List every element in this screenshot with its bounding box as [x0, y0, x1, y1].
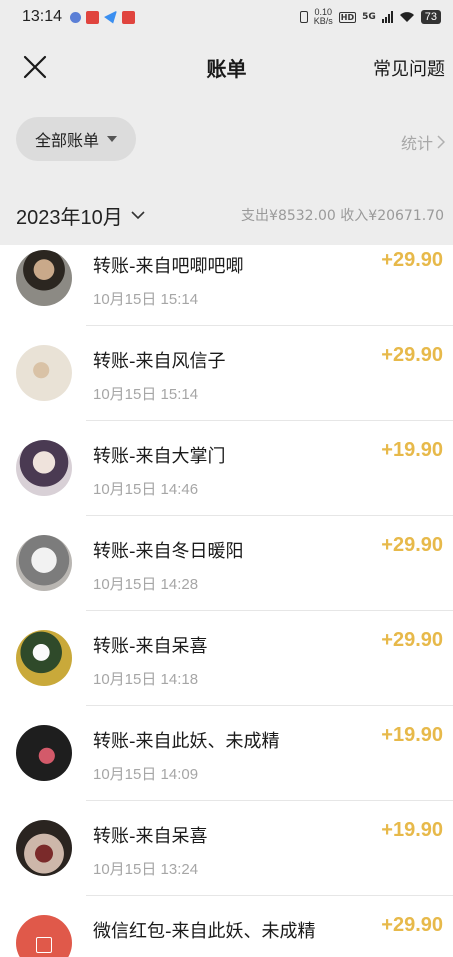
transaction-time: 10月15日 14:46 — [93, 481, 199, 498]
transaction-title: 转账-来自此妖、未成精 — [93, 731, 280, 752]
transaction-row[interactable]: 转账-来自此妖、未成精 10月15日 14:09 +19.90 — [0, 705, 453, 800]
transaction-row[interactable]: 转账-来自大掌门 10月15日 14:46 +19.90 — [0, 420, 453, 515]
transaction-title: 转账-来自冬日暖阳 — [93, 541, 244, 562]
transaction-time: 10月15日 14:28 — [93, 576, 199, 593]
month-summary: 支出¥8532.00 收入¥20671.70 — [241, 208, 444, 224]
transaction-time: 10月15日 15:14 — [93, 386, 199, 403]
net-speed: 0.10 KB/s — [313, 7, 333, 26]
month-picker[interactable]: 2023年10月 — [16, 201, 145, 230]
transaction-time: 10月15日 14:18 — [93, 671, 199, 688]
status-right: 0.10 KB/s HD 5G 73 — [299, 7, 441, 26]
faq-link[interactable]: 常见问题 — [373, 55, 445, 81]
notification-icons — [70, 10, 136, 24]
app-notification-icon — [86, 10, 100, 24]
transaction-amount: +29.90 — [381, 914, 443, 936]
avatar — [16, 820, 72, 876]
month-summary-row: 2023年10月 支出¥8532.00 收入¥20671.70 — [0, 180, 453, 245]
bill-filter-label: 全部账单 — [34, 131, 99, 150]
transaction-row[interactable]: 微信红包-来自此妖、未成精 +29.90 — [0, 895, 453, 957]
header-area: 13:14 0.10 KB/s HD 5G 73 账单 常见问题 全部账单 统计… — [0, 0, 453, 245]
transaction-title: 微信红包-来自此妖、未成精 — [93, 921, 316, 942]
send-icon — [104, 10, 118, 24]
avatar — [16, 440, 72, 496]
transaction-amount: +29.90 — [381, 344, 443, 366]
statistics-label: 统计 — [400, 134, 433, 153]
transaction-title: 转账-来自呆喜 — [93, 826, 208, 847]
net-type: 5G — [362, 12, 376, 22]
month-label: 2023年10月 — [16, 207, 123, 229]
avatar — [16, 345, 72, 401]
avatar — [16, 250, 72, 306]
transaction-row[interactable]: 转账-来自风信子 10月15日 15:14 +29.90 — [0, 325, 453, 420]
transaction-title: 转账-来自风信子 — [93, 351, 226, 372]
status-bar: 13:14 0.10 KB/s HD 5G 73 — [0, 0, 453, 34]
signal-icon — [381, 11, 393, 23]
statistics-link[interactable]: 统计 — [401, 130, 445, 154]
transaction-amount: +29.90 — [381, 249, 443, 271]
avatar — [16, 630, 72, 686]
hd-badge: HD — [338, 11, 357, 23]
red-packet-icon — [16, 915, 72, 957]
transaction-amount: +19.90 — [381, 819, 443, 841]
close-icon[interactable] — [22, 54, 48, 80]
transaction-row[interactable]: 转账-来自呆喜 10月15日 14:18 +29.90 — [0, 610, 453, 705]
transaction-list: 转账-来自吧唧吧唧 10月15日 15:14 +29.90 转账-来自风信子 1… — [0, 245, 453, 957]
caret-down-icon — [107, 136, 117, 142]
wifi-icon — [399, 12, 414, 22]
transaction-amount: +19.90 — [381, 439, 443, 461]
chevron-right-icon — [437, 135, 445, 149]
transaction-time: 10月15日 15:14 — [93, 291, 199, 308]
transaction-amount: +29.90 — [381, 629, 443, 651]
bill-filter-button[interactable]: 全部账单 — [16, 117, 136, 161]
transaction-time: 10月15日 14:09 — [93, 766, 199, 783]
nav-bar: 账单 常见问题 — [0, 34, 453, 100]
avatar — [16, 725, 72, 781]
transaction-title: 转账-来自吧唧吧唧 — [93, 256, 244, 277]
transaction-time: 10月15日 13:24 — [93, 861, 199, 878]
page-title: 账单 — [206, 56, 247, 81]
vibrate-icon — [299, 11, 308, 23]
transaction-title: 转账-来自大掌门 — [93, 446, 226, 467]
transaction-row[interactable]: 转账-来自吧唧吧唧 10月15日 15:14 +29.90 — [0, 245, 453, 325]
battery-indicator: 73 — [420, 10, 441, 24]
status-time: 13:14 — [22, 8, 63, 25]
filter-row: 全部账单 统计 — [0, 100, 453, 180]
app-notification-icon — [122, 10, 136, 24]
transaction-amount: +19.90 — [381, 724, 443, 746]
transaction-row[interactable]: 转账-来自呆喜 10月15日 13:24 +19.90 — [0, 800, 453, 895]
transaction-row[interactable]: 转账-来自冬日暖阳 10月15日 14:28 +29.90 — [0, 515, 453, 610]
transaction-amount: +29.90 — [381, 534, 443, 556]
transaction-title: 转账-来自呆喜 — [93, 636, 208, 657]
chevron-down-icon — [131, 211, 145, 220]
avatar — [16, 535, 72, 591]
app-notification-icon — [70, 11, 82, 23]
